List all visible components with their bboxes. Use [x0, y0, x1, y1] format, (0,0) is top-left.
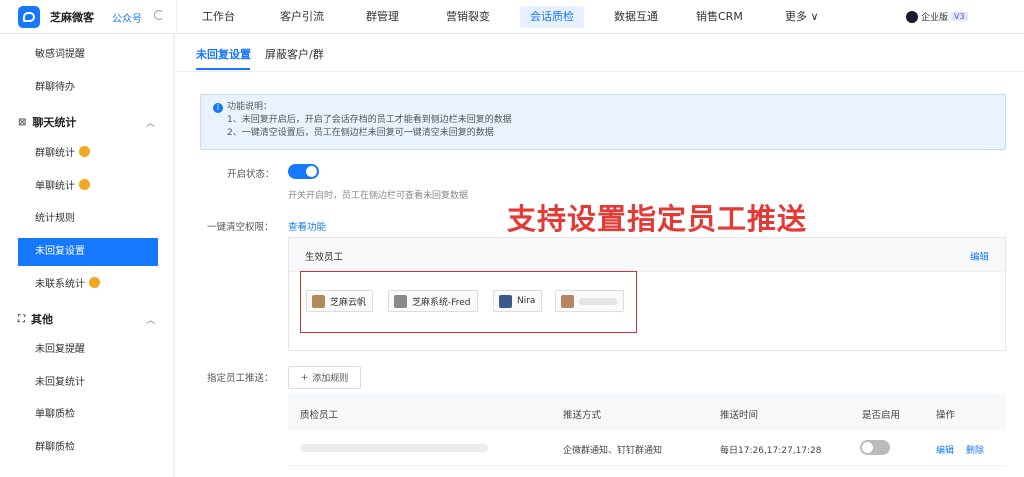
group-label: 聊天统计 — [32, 116, 77, 129]
edition-icon — [906, 10, 918, 23]
vip-diamond-icon — [79, 146, 90, 157]
dark-mode-icon[interactable] — [154, 10, 164, 20]
chart-icon: ⊠ — [18, 116, 27, 128]
chevron-up-icon[interactable]: ︿ — [146, 313, 155, 326]
annotation-text: 支持设置指定员工推送 — [507, 202, 808, 236]
main-content: 未回复设置 屏蔽客户/群 i 功能说明： 1、未回复开启后，开启了会话存档的员工… — [175, 34, 1024, 477]
sidebar-group-chat-stats[interactable]: ⊠ 聊天统计 — [18, 114, 76, 130]
chevron-up-icon[interactable]: ︿ — [146, 116, 155, 129]
staff-chip[interactable] — [555, 290, 624, 312]
staff-name: 芝麻云帆 — [330, 297, 367, 308]
brand-name: 芝麻微客 — [50, 11, 94, 24]
sidebar-item-no-reply-reminder[interactable]: 未回复提醒 — [18, 336, 158, 364]
staff-chip[interactable]: 芝麻云帆 — [306, 290, 374, 312]
settings-card: i 功能说明： 1、未回复开启后，开启了会话存档的员工才能看到侧边栏未回复的数据… — [187, 84, 1020, 474]
tab-block-customers[interactable]: 屏蔽客户/群 — [265, 46, 324, 62]
sidebar-item-group-chat-inspection[interactable]: 群聊质检 — [18, 434, 158, 462]
add-rule-button[interactable]: + 添加规则 — [288, 366, 361, 389]
staff-name: Nira — [517, 296, 536, 306]
col-push-time: 推送时间 — [720, 410, 759, 421]
sidebar-group-other[interactable]: ⛶ 其他 — [18, 311, 53, 327]
avatar — [561, 294, 574, 308]
nav-data-sync[interactable]: 数据互通 — [604, 6, 668, 28]
info-line-1: 1、未回复开启后，开启了会话存档的员工才能看到侧边栏未回复的数据 — [227, 115, 512, 125]
effective-staff-panel: 生效员工 编辑 芝麻云帆 芝麻系统-Fred Nira — [288, 237, 1006, 351]
divider — [176, 0, 177, 34]
enabled-toggle[interactable] — [860, 440, 890, 455]
col-enabled: 是否启用 — [862, 410, 901, 421]
nav-sales-crm[interactable]: 销售CRM — [686, 6, 753, 28]
status-hint: 开关开启时，员工在侧边栏可查看未回复数据 — [288, 191, 469, 201]
panel-header: 生效员工 编辑 — [289, 238, 1005, 272]
push-time: 每日17:26,17:27,17:28 — [720, 446, 822, 456]
avatar — [312, 294, 325, 308]
table-header: 质检员工 推送方式 推送时间 是否启用 操作 — [288, 394, 1006, 430]
nav-marketing[interactable]: 营销裂变 — [436, 6, 500, 28]
expand-icon: ⛶ — [18, 313, 25, 325]
item-label: 群聊统计 — [35, 148, 75, 159]
tab-bar: 未回复设置 屏蔽客户/群 — [175, 34, 1024, 72]
plus-icon: + — [300, 372, 309, 383]
push-label: 指定员工推送： — [207, 373, 274, 384]
item-label: 单聊统计 — [35, 181, 75, 192]
sidebar-item-no-contact-stats[interactable]: 未联系统计 — [18, 271, 158, 299]
col-actions: 操作 — [936, 410, 956, 421]
staff-name: 芝麻系统-Fred — [412, 297, 471, 308]
vip-diamond-icon — [79, 179, 90, 190]
sidebar-item-single-chat-stats[interactable]: 单聊统计 — [18, 173, 158, 201]
blurred-name — [579, 297, 617, 305]
item-label: 未联系统计 — [35, 279, 85, 290]
info-icon: i — [213, 103, 223, 113]
row-edit-link[interactable]: 编辑 — [936, 443, 954, 456]
sidebar-item-group-todo[interactable]: 群聊待办 — [18, 74, 158, 102]
sidebar-item-no-reply-stats[interactable]: 未回复统计 — [18, 369, 158, 397]
edition-label: 企业版 — [921, 13, 949, 23]
active-tab-indicator — [196, 68, 250, 70]
nav-session-inspection[interactable]: 会话质检 — [520, 6, 584, 28]
edition-level: V3 — [951, 12, 968, 21]
account-type-link[interactable]: 公众号 — [112, 10, 142, 25]
sidebar: 敏感词提醒 群聊待办 ⊠ 聊天统计 ︿ 群聊统计 单聊统计 统计规则 未回复设置… — [0, 34, 174, 477]
status-label: 开启状态： — [227, 169, 275, 180]
sidebar-item-stats-rules[interactable]: 统计规则 — [18, 205, 158, 233]
sidebar-item-sensitive-words[interactable]: 敏感词提醒 — [18, 41, 158, 69]
view-feature-link[interactable]: 查看功能 — [288, 219, 326, 233]
nav-more[interactable]: 更多 ∨ — [775, 6, 829, 28]
panel-title: 生效员工 — [305, 252, 344, 263]
nav-group-management[interactable]: 群管理 — [356, 6, 409, 28]
table-row: 企微群通知、钉钉群通知 每日17:26,17:27,17:28 编辑 删除 — [288, 430, 1006, 466]
blurred-inspector — [300, 444, 488, 452]
nav-customer-acquisition[interactable]: 客户引流 — [270, 6, 334, 28]
sidebar-item-single-chat-inspection[interactable]: 单聊质检 — [18, 401, 158, 429]
clear-permission-label: 一键清空权限： — [207, 222, 274, 233]
tab-no-reply-settings[interactable]: 未回复设置 — [196, 46, 251, 62]
top-bar: 芝麻微客 公众号 工作台 客户引流 群管理 营销裂变 会话质检 数据互通 销售C… — [0, 0, 1024, 34]
info-line-2: 2、一键清空设置后，员工在侧边栏未回复可一键清空未回复的数据 — [227, 128, 494, 138]
sidebar-item-group-chat-stats[interactable]: 群聊统计 — [18, 140, 158, 168]
col-inspector: 质检员工 — [300, 410, 339, 421]
add-rule-label: 添加规则 — [312, 374, 349, 384]
app-logo-icon[interactable] — [18, 6, 40, 28]
col-push-method: 推送方式 — [563, 410, 602, 421]
sidebar-item-no-reply-settings[interactable]: 未回复设置 — [18, 238, 158, 266]
edition-badge[interactable]: 企业版 V3 — [906, 10, 968, 23]
staff-chip[interactable]: Nira — [493, 290, 543, 312]
group-label: 其他 — [31, 313, 53, 326]
vip-diamond-icon — [89, 277, 100, 288]
avatar — [394, 294, 407, 308]
staff-chip[interactable]: 芝麻系统-Fred — [388, 290, 478, 312]
info-alert: i 功能说明： 1、未回复开启后，开启了会话存档的员工才能看到侧边栏未回复的数据… — [200, 94, 1006, 150]
push-method: 企微群通知、钉钉群通知 — [563, 446, 663, 456]
edit-staff-link[interactable]: 编辑 — [970, 249, 989, 263]
nav-workbench[interactable]: 工作台 — [192, 6, 245, 28]
row-delete-link[interactable]: 删除 — [966, 443, 984, 456]
avatar — [499, 294, 512, 308]
status-toggle[interactable] — [288, 164, 319, 179]
info-title: 功能说明： — [227, 102, 273, 112]
